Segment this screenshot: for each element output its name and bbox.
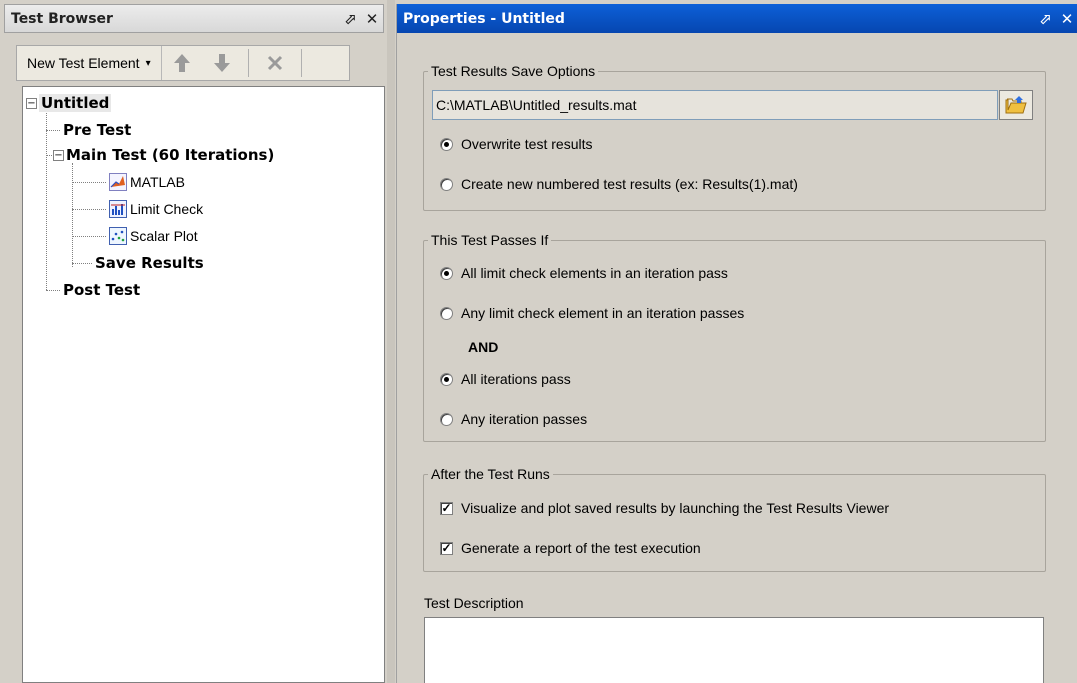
radio-control[interactable]: [440, 137, 453, 151]
tree-connector: [46, 130, 60, 131]
panel-splitter[interactable]: [387, 0, 395, 683]
generate-report-checkbox[interactable]: ✓ Generate a report of the test executio…: [440, 540, 701, 556]
after-runs-group: After the Test Runs: [423, 466, 1046, 572]
any-iteration-passes-radio[interactable]: Any iteration passes: [440, 411, 587, 427]
any-iteration-passes-label: Any iteration passes: [461, 411, 588, 427]
tree-item-save-results[interactable]: Save Results: [95, 252, 204, 274]
chevron-down-icon: ▾: [145, 57, 151, 69]
tree-item-label: MATLAB: [130, 174, 185, 190]
tree-item-post-test[interactable]: Post Test: [63, 279, 140, 301]
collapse-icon[interactable]: −: [53, 149, 64, 161]
results-path-value: C:\MATLAB\Untitled_results.mat: [436, 97, 637, 113]
move-down-button[interactable]: [202, 46, 242, 80]
new-test-element-label: New Test Element: [27, 55, 140, 71]
visualize-results-checkbox[interactable]: ✓ Visualize and plot saved results by la…: [440, 500, 889, 516]
and-label: AND: [468, 339, 499, 355]
scalar-plot-icon: [109, 227, 127, 245]
checkbox-control[interactable]: ✓: [440, 541, 453, 555]
group-legend: After the Test Runs: [428, 466, 553, 482]
matlab-icon: [109, 173, 127, 191]
delete-button[interactable]: [255, 46, 295, 80]
move-up-button[interactable]: [162, 46, 202, 80]
close-icon[interactable]: ✕: [361, 10, 383, 28]
visualize-results-label: Visualize and plot saved results by laun…: [461, 500, 890, 516]
tree-connector: [72, 263, 92, 264]
generate-report-label: Generate a report of the test execution: [461, 540, 701, 556]
tree-connector: [72, 182, 106, 183]
tree-item-label: Main Test (60 Iterations): [66, 146, 275, 164]
arrow-up-icon: [173, 54, 190, 72]
numbered-results-label: Create new numbered test results (ex: Re…: [461, 176, 798, 192]
any-limit-pass-radio[interactable]: Any limit check element in an iteration …: [440, 305, 744, 321]
tree-item-scalar-plot[interactable]: Scalar Plot: [109, 225, 198, 247]
arrow-down-icon: [213, 54, 230, 72]
test-description-label: Test Description: [424, 595, 524, 611]
delete-x-icon: [267, 55, 282, 71]
checkbox-control[interactable]: ✓: [440, 501, 453, 515]
tree-connector: [72, 163, 73, 267]
test-browser-titlebar: Test Browser ⬀ ✕: [4, 4, 384, 33]
test-tree: − Untitled Pre Test − Main Test (60 Iter…: [22, 86, 385, 683]
undock-icon[interactable]: ⬀: [339, 10, 361, 28]
overwrite-label: Overwrite test results: [461, 136, 593, 152]
tree-connector: [46, 105, 47, 290]
all-iterations-pass-label: All iterations pass: [461, 371, 571, 387]
toolbar-separator: [247, 49, 249, 77]
undock-icon[interactable]: ⬀: [1034, 10, 1056, 28]
toolbar-separator: [300, 49, 302, 77]
all-limit-pass-label: All limit check elements in an iteration…: [461, 265, 728, 281]
overwrite-radio[interactable]: Overwrite test results: [440, 136, 592, 152]
all-limit-pass-radio[interactable]: All limit check elements in an iteration…: [440, 265, 728, 281]
test-browser-toolbar: New Test Element ▾: [16, 45, 350, 81]
test-browser-panel: Test Browser ⬀ ✕ New Test Element ▾ − Un…: [4, 4, 385, 683]
new-test-element-button[interactable]: New Test Element ▾: [17, 46, 162, 80]
limit-check-icon: [109, 200, 127, 218]
radio-control[interactable]: [440, 177, 453, 191]
tree-item-untitled[interactable]: − Untitled: [26, 92, 112, 114]
tree-connector: [46, 290, 60, 291]
tree-item-label: Save Results: [95, 254, 204, 272]
any-limit-pass-label: Any limit check element in an iteration …: [461, 305, 745, 321]
folder-open-icon: [1005, 96, 1027, 114]
tree-item-pre-test[interactable]: Pre Test: [63, 119, 131, 141]
browse-button[interactable]: [999, 90, 1033, 120]
tree-item-main-test[interactable]: − Main Test (60 Iterations): [53, 144, 274, 166]
properties-title: Properties - Untitled: [403, 10, 565, 27]
collapse-icon[interactable]: −: [26, 97, 37, 109]
group-legend: This Test Passes If: [428, 232, 552, 248]
tree-connector: [72, 236, 106, 237]
radio-control[interactable]: [440, 372, 453, 386]
tree-item-matlab[interactable]: MATLAB: [109, 171, 185, 193]
close-icon[interactable]: ✕: [1056, 10, 1077, 28]
radio-control[interactable]: [440, 266, 453, 280]
tree-item-label: Post Test: [63, 281, 141, 299]
radio-control[interactable]: [440, 306, 453, 320]
results-path-field[interactable]: C:\MATLAB\Untitled_results.mat: [432, 90, 998, 120]
tree-item-limit-check[interactable]: Limit Check: [109, 198, 203, 220]
all-iterations-pass-radio[interactable]: All iterations pass: [440, 371, 571, 387]
properties-titlebar: Properties - Untitled ⬀ ✕: [397, 4, 1077, 33]
tree-item-label: Scalar Plot: [130, 228, 198, 244]
test-browser-title: Test Browser: [11, 10, 113, 27]
tree-root-label: Untitled: [39, 94, 112, 112]
test-description-textarea[interactable]: [424, 617, 1044, 683]
radio-control[interactable]: [440, 412, 453, 426]
tree-item-label: Limit Check: [130, 201, 204, 217]
group-legend: Test Results Save Options: [428, 63, 599, 79]
tree-connector: [72, 209, 106, 210]
numbered-results-radio[interactable]: Create new numbered test results (ex: Re…: [440, 176, 798, 192]
tree-item-label: Pre Test: [63, 121, 132, 139]
